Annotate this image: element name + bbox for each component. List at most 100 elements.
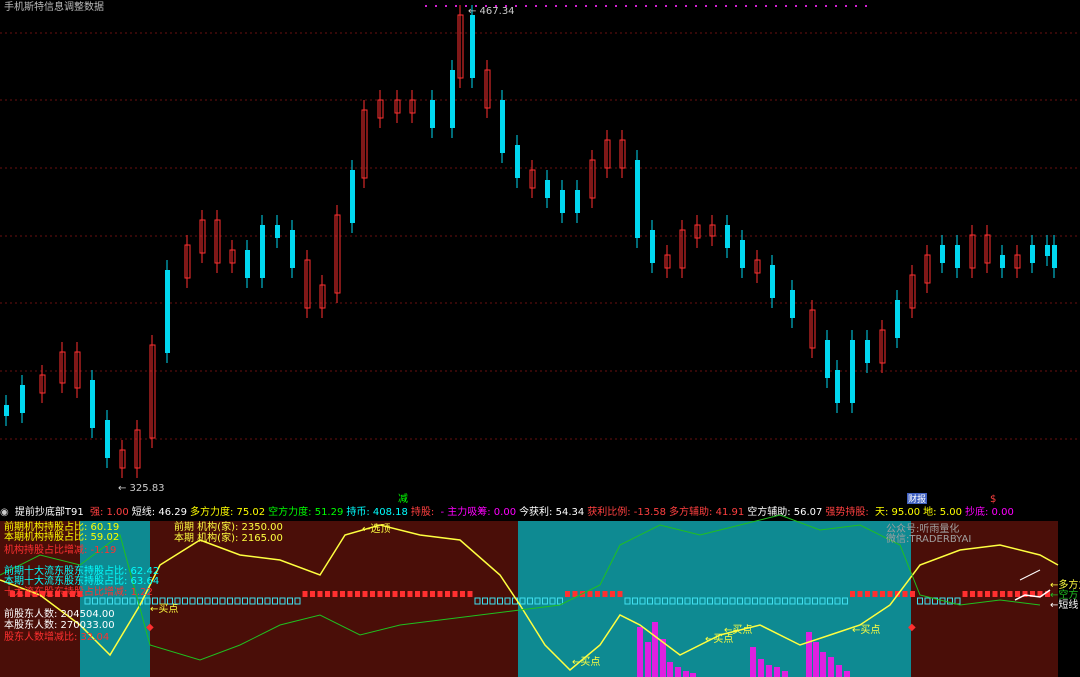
top-marker: [745, 5, 747, 7]
candle-down: [940, 245, 945, 263]
holding-stat: 前股东人数: 204504.00: [4, 607, 115, 620]
histogram-bar: [813, 642, 819, 677]
top-marker: [615, 5, 617, 7]
candle-down: [545, 180, 550, 198]
top-marker: [665, 5, 667, 7]
candle-down: [1030, 245, 1035, 263]
top-marker: [845, 5, 847, 7]
candle-down: [20, 385, 25, 413]
top-marker: [765, 5, 767, 7]
top-marker: [715, 5, 717, 7]
histogram-bar: [766, 665, 772, 677]
signal-square: [385, 591, 390, 597]
histogram-bar: [774, 667, 780, 677]
histogram-bar: [667, 662, 673, 677]
candle-down: [105, 420, 110, 458]
top-marker: [465, 5, 467, 7]
top-marker: [605, 5, 607, 7]
inst-stat: 前期 机构(家): 2350.00: [174, 520, 283, 533]
histogram-bar: [782, 671, 788, 677]
histogram-bar: [652, 622, 658, 677]
top-marker: [525, 5, 527, 7]
signal-square: [872, 591, 878, 597]
candlestick-chart[interactable]: ← 467.34 ← 325.83 减 财报 $: [0, 0, 1080, 505]
holding-stat: 本期机构持股占比: 59.02: [4, 530, 119, 543]
candle-down: [825, 340, 830, 378]
top-marker: [685, 5, 687, 7]
histogram-bar: [836, 665, 842, 677]
top-marker: [805, 5, 807, 7]
holding-stat: 十大流东股东持股占比增减: 1.22: [4, 585, 153, 598]
top-marker: [535, 5, 537, 7]
top-marker: [725, 5, 727, 7]
candle-down: [955, 245, 960, 268]
signal-square: [445, 591, 450, 597]
inst-stat: 本期 机构(家): 2165.00: [174, 531, 283, 544]
top-marker: [785, 5, 787, 7]
signal-square: [865, 591, 870, 597]
candle-down: [1000, 255, 1005, 268]
top-marker: [625, 5, 627, 7]
top-marker: [865, 5, 867, 7]
top-marker: [585, 5, 587, 7]
top-marker: [795, 5, 797, 7]
top-marker: [515, 5, 517, 7]
top-marker: [565, 5, 567, 7]
candle-down: [350, 170, 355, 223]
top-marker: [755, 5, 757, 7]
candle-down: [725, 225, 730, 248]
candle-down: [865, 340, 870, 363]
signal-square: [355, 591, 360, 597]
histogram-bar: [758, 659, 764, 677]
signal-square: [407, 591, 413, 597]
top-marker: [735, 5, 737, 7]
signal-square: [377, 591, 383, 597]
top-marker: [455, 5, 457, 7]
histogram-bar: [645, 642, 651, 677]
candle-down: [850, 340, 855, 403]
signal-square: [317, 591, 323, 597]
top-marker: [545, 5, 547, 7]
signal-square: [437, 591, 443, 597]
signal-square: [347, 591, 353, 597]
watermark-wx: 微信:TRADERBYAI: [886, 532, 971, 545]
signal-square: [370, 591, 375, 597]
candle-down: [290, 230, 295, 268]
window-title: 手机斯特信息调整数据: [4, 2, 104, 13]
signal-square: [970, 591, 975, 597]
signal-square: [857, 591, 863, 597]
candle-down: [4, 405, 9, 416]
duanxian-label: ←短线: [1050, 598, 1078, 611]
holding-stat: 本股东人数: 270033.00: [4, 618, 115, 631]
signal-square: [617, 591, 623, 597]
buy-label: ←买点: [724, 624, 752, 636]
signal-square: [1007, 591, 1013, 597]
top-marker: [835, 5, 837, 7]
histogram-bar: [828, 657, 834, 677]
top-marker: [825, 5, 827, 7]
signal-square: [302, 591, 308, 597]
signal-square: [565, 591, 570, 597]
signal-square: [1000, 591, 1005, 597]
candle-down: [165, 270, 170, 353]
candle-down: [450, 70, 455, 128]
price-low-label: ← 325.83: [118, 483, 165, 494]
top-marker: [675, 5, 677, 7]
signal-square: [415, 591, 420, 597]
top-marker: [695, 5, 697, 7]
signal-square: [325, 591, 330, 597]
signal-square: [902, 591, 908, 597]
price-high-label: ← 467.34: [468, 6, 515, 17]
top-marker: [555, 5, 557, 7]
signal-square: [310, 591, 315, 597]
indicator-chart[interactable]: ◆◆←买点←选顶←买点←买点←买点←买点←多方力←空方←短线公众号:听雨量化微信…: [0, 505, 1080, 677]
buy-diamond-icon: ◆: [146, 622, 154, 633]
histogram-bar: [750, 647, 756, 677]
candle-down: [1052, 245, 1057, 268]
candle-down: [1045, 245, 1050, 256]
candle-down: [245, 250, 250, 278]
top-marker: [655, 5, 657, 7]
signal-square: [880, 591, 885, 597]
signal-square: [430, 591, 435, 597]
signal-square: [910, 591, 915, 597]
